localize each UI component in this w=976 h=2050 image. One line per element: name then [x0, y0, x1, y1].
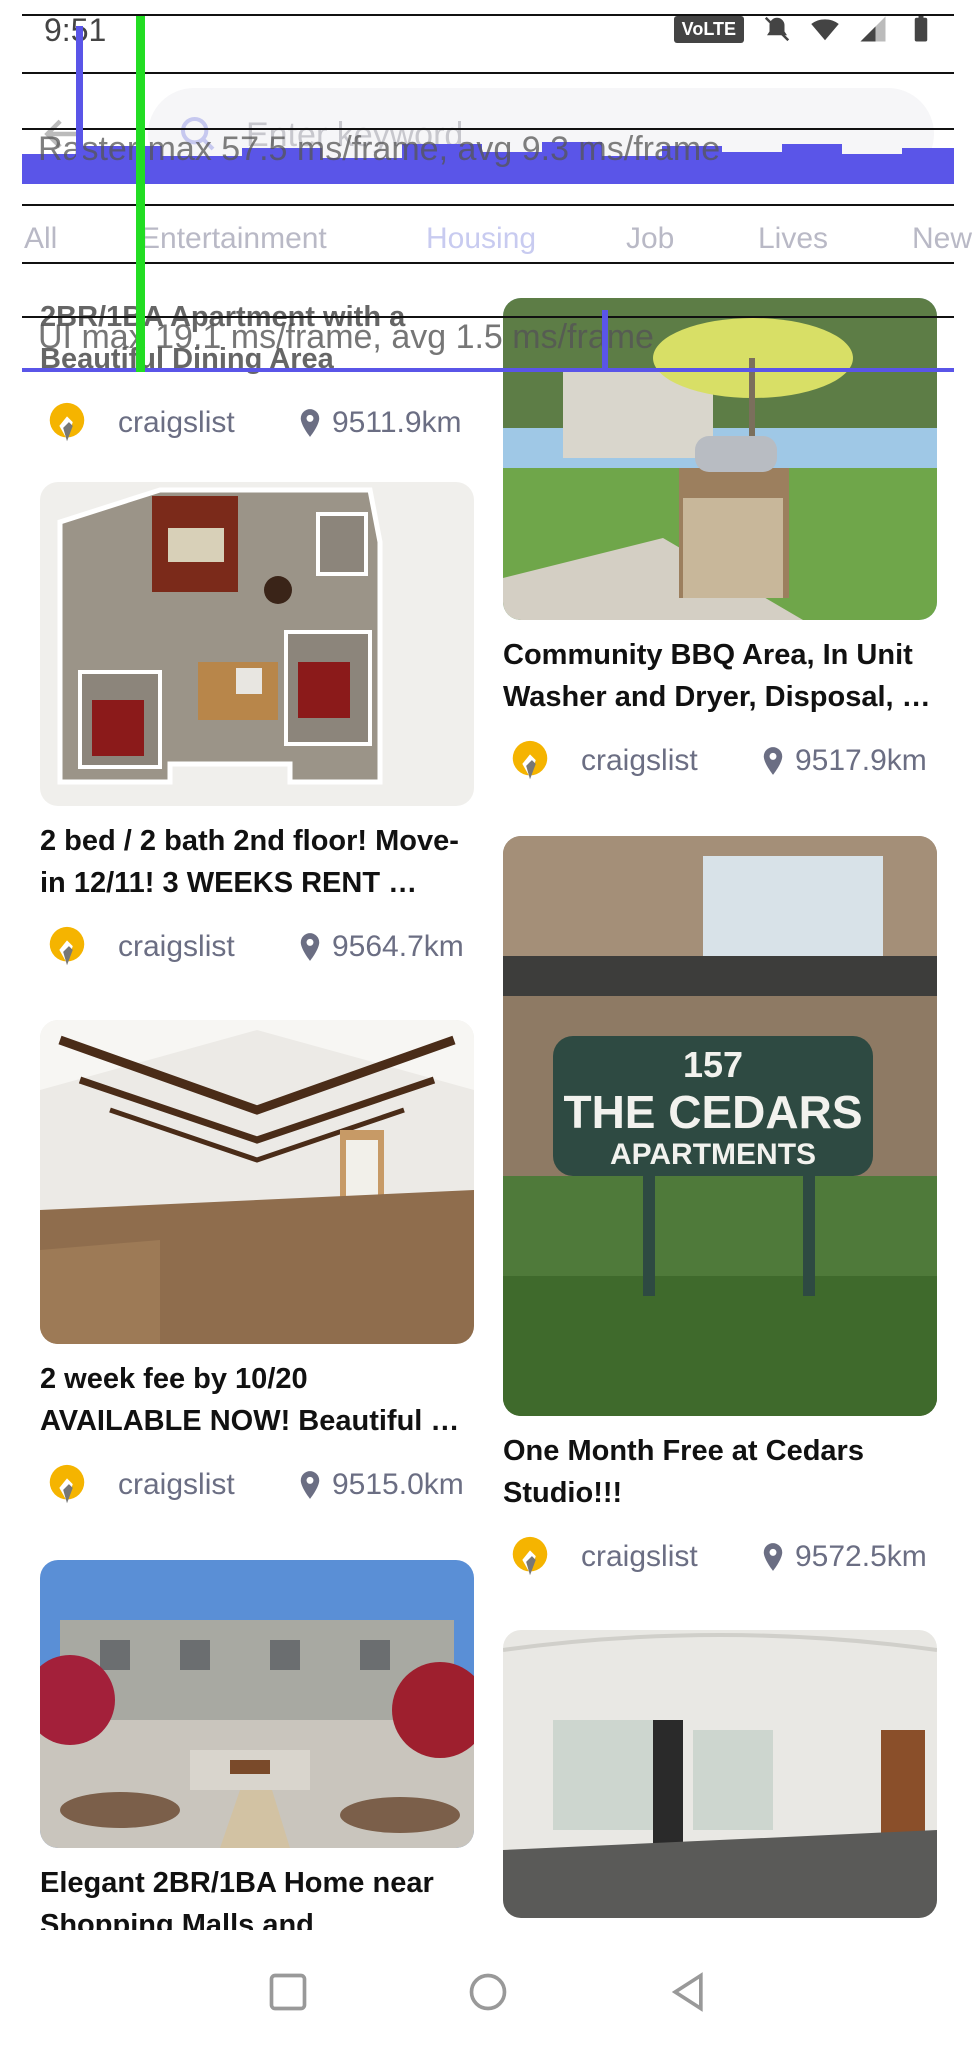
distance: 9517.9km [795, 744, 927, 777]
home-circle-icon[interactable] [466, 1970, 510, 2014]
distance: 9572.5km [795, 1540, 927, 1573]
system-nav-bar [0, 1940, 976, 2050]
listing-title: One Month Free at Cedars Studio!!! [503, 1435, 864, 1509]
overlay-gridline [22, 72, 954, 74]
listing-photo [40, 1560, 474, 1848]
listing-photo [503, 1630, 937, 1918]
listing-card[interactable]: 2 week fee by 10/20 AVAILABLE NOW! Beaut… [40, 1020, 474, 1514]
listing-photo: 157 THE CEDARS APARTMENTS [503, 836, 937, 1416]
distance: 9564.7km [332, 930, 464, 963]
source-name: craigslist [118, 1468, 235, 1501]
listing-title: 2 bed / 2 bath 2nd floor! Move-in 12/11!… [40, 825, 459, 899]
location-pin-icon [763, 1543, 783, 1571]
listing-title: 2 week fee by 10/20 AVAILABLE NOW! Beaut… [40, 1363, 460, 1437]
source-name: craigslist [118, 930, 235, 963]
ui-stats: UI max 19.1 ms/frame, avg 1.5 ms/frame [38, 318, 654, 356]
profiler-overlay: Raster max 57.5 ms/frame, avg 9.3 ms/fra… [0, 0, 976, 380]
listing-card[interactable] [503, 1630, 937, 1918]
craigslist-logo-icon [49, 926, 85, 966]
ui-frame-spike [602, 310, 608, 370]
cedars-sign: 157 THE CEDARS APARTMENTS [553, 1036, 873, 1172]
listing-title: Elegant 2BR/1BA Home near Shopping Malls… [40, 1867, 434, 1930]
sign-line2: APARTMENTS [609, 1138, 817, 1171]
sign-number: 157 [682, 1044, 744, 1085]
distance: 9515.0km [332, 1468, 464, 1501]
listing-card[interactable]: 2 bed / 2 bath 2nd floor! Move-in 12/11!… [40, 482, 474, 976]
recents-square-icon[interactable] [266, 1970, 310, 2014]
craigslist-logo-icon [49, 1464, 85, 1504]
ui-frame-graph [22, 368, 954, 372]
listing-meta: craigslist 9564.7km [40, 916, 474, 976]
listing-meta: craigslist 9517.9km [503, 730, 937, 790]
overlay-gridline [22, 14, 954, 16]
source-name: craigslist [581, 1540, 698, 1573]
listing-meta: craigslist 9515.0km [40, 1454, 474, 1514]
craigslist-logo-icon [49, 402, 85, 442]
listing-photo [40, 482, 474, 806]
location-pin-icon [300, 933, 320, 961]
interior-room-image [40, 1020, 474, 1344]
location-pin-icon [300, 409, 320, 437]
listing-photo [40, 1020, 474, 1344]
listing-feed[interactable]: 2BR/1BA Apartment with a Beautiful Dinin… [0, 290, 976, 1930]
overlay-gridline [22, 204, 954, 206]
location-pin-icon [763, 747, 783, 775]
listing-card[interactable]: Elegant 2BR/1BA Home near Shopping Malls… [40, 1560, 474, 1930]
raster-frame-spike [76, 26, 83, 168]
craigslist-logo-icon [512, 1536, 548, 1576]
distance: 9511.9km [332, 406, 462, 439]
listing-title: Community BBQ Area, In Unit Washer and D… [503, 639, 931, 713]
sign-line1: THE CEDARS [563, 1086, 863, 1138]
courtyard-image [40, 1560, 474, 1848]
listing-meta: craigslist 9572.5km [503, 1526, 937, 1586]
overlay-gridline [22, 262, 954, 264]
listing-meta: craigslist 9511.9km [40, 392, 474, 452]
back-triangle-icon[interactable] [666, 1970, 710, 2014]
listing-card[interactable]: 157 THE CEDARS APARTMENTS One Month Free… [503, 836, 937, 1586]
frame-budget-line [136, 16, 145, 372]
source-name: craigslist [118, 406, 235, 439]
empty-room-image [503, 1630, 937, 1918]
source-name: craigslist [581, 744, 698, 777]
floor-plan-image [57, 487, 383, 785]
craigslist-logo-icon [512, 740, 548, 780]
location-pin-icon [300, 1471, 320, 1499]
